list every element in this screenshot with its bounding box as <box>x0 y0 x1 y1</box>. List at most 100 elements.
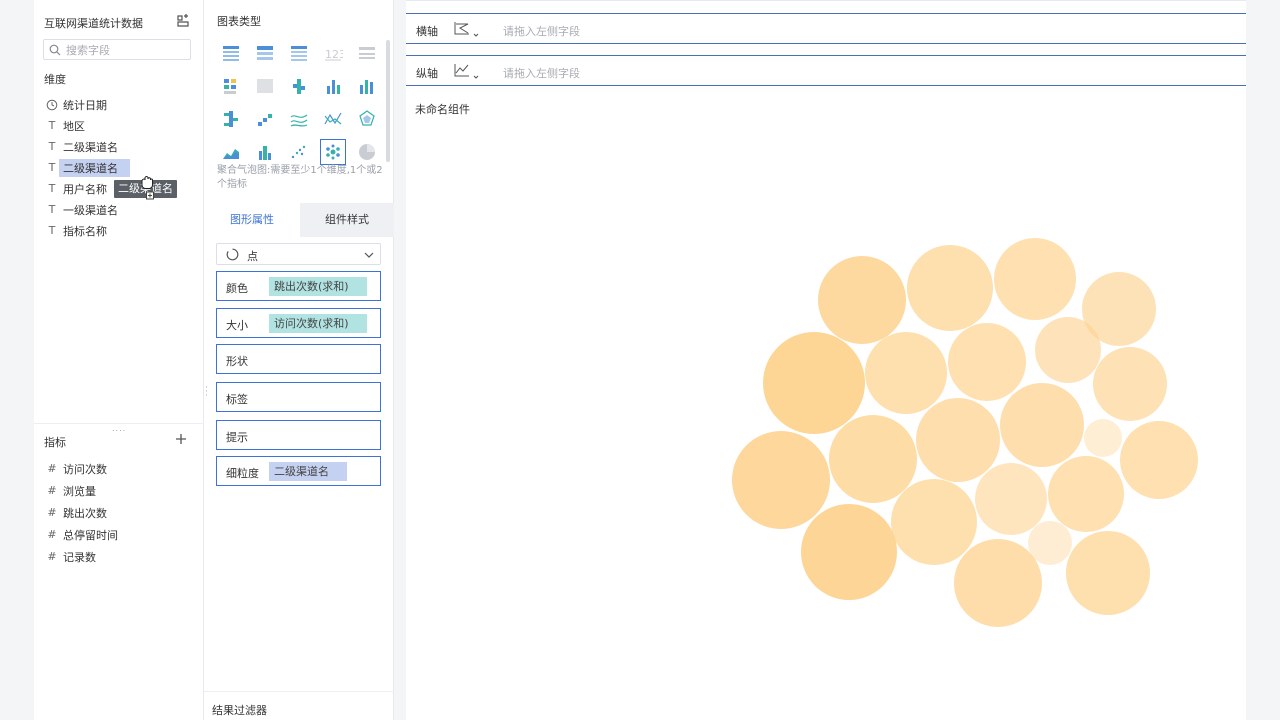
tab-component-style[interactable]: 组件样式 <box>300 203 394 237</box>
app-window: 互联网渠道统计数据 维度 统计日期 T 地区 T 二级渠道名 <box>0 0 1280 720</box>
point-mark-icon <box>226 248 239 261</box>
switch-dataset-icon[interactable] <box>176 14 190 28</box>
metric-item-visits[interactable]: # 访问次数 <box>34 458 204 480</box>
dimension-label: 一级渠道名 <box>63 203 118 217</box>
add-metric-icon[interactable] <box>175 433 187 445</box>
area-chart-icon <box>223 149 239 159</box>
metric-item-bounces[interactable]: # 跳出次数 <box>34 502 204 524</box>
line-chart-icon <box>324 112 342 125</box>
size-property-box[interactable]: 大小 访问次数(求和) <box>216 308 381 338</box>
bubble-mark[interactable] <box>1120 421 1198 499</box>
shape-property-box[interactable]: 形状 <box>216 344 381 374</box>
bubble-mark[interactable] <box>994 238 1076 320</box>
dimension-item-channel-level1[interactable]: T 一级渠道名 <box>34 199 204 220</box>
waterfall-icon <box>258 114 272 126</box>
dimension-item-channel-level2-dragging[interactable]: T 二级渠道名 <box>34 157 204 178</box>
bubble-mark[interactable] <box>907 245 993 331</box>
line-chart-type-button[interactable] <box>320 106 346 132</box>
bubble-mark[interactable] <box>1084 419 1122 457</box>
mark-type-select[interactable]: 点 <box>216 243 381 265</box>
metric-item-record-count[interactable]: # 记录数 <box>34 546 204 568</box>
kpi-number-type-button[interactable]: 123 <box>320 40 346 66</box>
cross-table-type-button[interactable] <box>286 40 312 66</box>
tooltip-property-box[interactable]: 提示 <box>216 420 381 450</box>
stream-line-type-button[interactable] <box>286 106 312 132</box>
radar-type-button[interactable] <box>354 106 380 132</box>
multi-column-icon <box>360 80 373 94</box>
dimension-label: 二级渠道名 <box>59 158 130 177</box>
bubble-mark[interactable] <box>763 332 865 434</box>
disabled-table-icon <box>359 47 375 59</box>
bubble-mark[interactable] <box>1035 317 1101 383</box>
dimension-label: 统计日期 <box>63 98 107 112</box>
bubble-mark[interactable] <box>732 431 830 529</box>
metric-item-pageviews[interactable]: # 浏览量 <box>34 480 204 502</box>
field-search[interactable] <box>43 39 191 60</box>
resize-grip-icon[interactable]: .... <box>112 424 126 433</box>
waterfall-type-button[interactable] <box>252 106 278 132</box>
stacked-area-type-button[interactable] <box>252 139 278 165</box>
panel-resize-handle[interactable]: · · · <box>205 384 208 401</box>
text-field-icon: T <box>48 160 56 174</box>
disabled-map-icon <box>257 79 273 93</box>
column-chart-type-button[interactable] <box>320 73 346 99</box>
multi-column-type-button[interactable] <box>354 73 380 99</box>
bubble-mark[interactable] <box>829 415 917 503</box>
metric-label: 记录数 <box>63 551 96 564</box>
bubble-mark[interactable] <box>975 463 1047 535</box>
bubble-mark[interactable] <box>865 332 947 414</box>
search-input[interactable] <box>66 42 186 58</box>
grab-cursor-icon <box>141 175 154 200</box>
bubble-mark[interactable] <box>1028 521 1072 565</box>
bubble-mark[interactable] <box>948 323 1026 401</box>
chart-type-hint: 聚合气泡图:需要至少1个维度,1个或2个指标 <box>217 165 383 190</box>
dataset-title: 互联网渠道统计数据 <box>44 17 143 30</box>
bubble-mark[interactable] <box>916 398 1000 482</box>
area-chart-type-button[interactable] <box>218 139 244 165</box>
color-field-pill[interactable]: 跳出次数(求和) <box>269 277 367 296</box>
disabled-table-type-button[interactable] <box>354 40 380 66</box>
granularity-field-pill[interactable]: 二级渠道名 <box>269 462 347 481</box>
dimension-item-region[interactable]: T 地区 <box>34 115 204 136</box>
metric-item-total-duration[interactable]: # 总停留时间 <box>34 524 204 546</box>
heatmap-table-type-button[interactable] <box>218 73 244 99</box>
bubble-chart <box>732 238 1198 627</box>
bubble-mark[interactable] <box>1048 456 1124 532</box>
tab-graph-properties[interactable]: 图形属性 <box>204 203 300 237</box>
dimension-item-metric-name[interactable]: T 指标名称 <box>34 220 204 241</box>
size-field-pill[interactable]: 访问次数(求和) <box>269 314 367 333</box>
bubble-mark[interactable] <box>1000 383 1084 467</box>
stacked-column-type-button[interactable] <box>286 73 312 99</box>
dimension-item-channel-level2[interactable]: T 二级渠道名 <box>34 136 204 157</box>
pie-chart-type-button[interactable] <box>354 139 380 165</box>
dimension-item-stat-date[interactable]: 统计日期 <box>34 94 204 115</box>
stacked-bar-type-button[interactable] <box>218 106 244 132</box>
bubble-mark[interactable] <box>1066 531 1150 615</box>
label-property-label: 标签 <box>226 393 248 406</box>
bubble-mark[interactable] <box>1093 347 1167 421</box>
color-property-box[interactable]: 颜色 跳出次数(求和) <box>216 271 381 301</box>
scatter-chart-icon <box>291 145 306 159</box>
grouped-table-type-button[interactable] <box>218 40 244 66</box>
size-property-label: 大小 <box>226 319 248 332</box>
column-chart-icon <box>327 80 340 94</box>
stream-line-icon <box>290 114 308 127</box>
bubble-mark[interactable] <box>801 504 897 600</box>
data-field-panel: 互联网渠道统计数据 维度 统计日期 T 地区 T 二级渠道名 <box>34 0 204 720</box>
svg-text:123: 123 <box>325 48 343 61</box>
detail-table-type-button[interactable] <box>252 40 278 66</box>
left-gutter <box>0 0 34 720</box>
disabled-map-type-button[interactable] <box>252 73 278 99</box>
scatter-chart-type-button[interactable] <box>286 139 312 165</box>
granularity-property-box[interactable]: 细粒度 二级渠道名 <box>216 456 381 486</box>
result-filter-label[interactable]: 结果过滤器 <box>212 702 267 718</box>
text-field-icon: T <box>48 223 56 237</box>
metric-label: 跳出次数 <box>63 507 107 520</box>
metric-label: 浏览量 <box>63 485 96 498</box>
bubble-mark[interactable] <box>891 479 977 565</box>
bubble-chart-type-button[interactable] <box>320 139 346 165</box>
bubble-mark[interactable] <box>954 539 1042 627</box>
bubble-mark[interactable] <box>818 256 906 344</box>
label-property-box[interactable]: 标签 <box>216 382 381 412</box>
chart-type-scrollbar[interactable] <box>386 40 390 162</box>
